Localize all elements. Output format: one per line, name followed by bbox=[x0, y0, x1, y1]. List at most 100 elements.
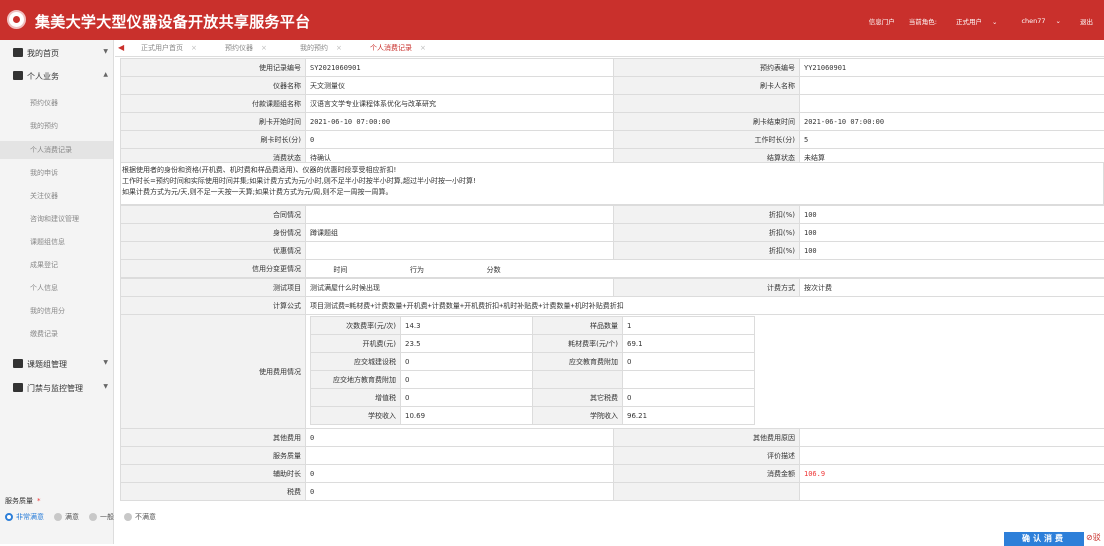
table-row: 应交城建设税0应交教育费附加0 bbox=[311, 353, 755, 371]
field-value: 1 bbox=[623, 317, 755, 335]
field-label: 刷卡时长(分) bbox=[121, 131, 306, 149]
radio-average[interactable]: 一般 bbox=[89, 512, 114, 522]
tab-reservations[interactable]: 我的预约× bbox=[300, 43, 342, 53]
field-label: 样品数量 bbox=[533, 317, 623, 335]
field-label: 增值税 bbox=[311, 389, 401, 407]
field-value: 0 bbox=[306, 131, 614, 149]
portal-link[interactable]: 信息门户 bbox=[864, 16, 900, 26]
door-icon bbox=[13, 383, 23, 392]
field-value bbox=[800, 429, 1104, 447]
close-icon[interactable]: × bbox=[191, 44, 197, 52]
radio-icon bbox=[124, 513, 132, 521]
field-label: 应交地方教育费附加 bbox=[311, 371, 401, 389]
close-icon[interactable]: × bbox=[420, 44, 426, 52]
sidebar-item-followed-instruments[interactable]: 关注仪器 bbox=[30, 191, 58, 201]
sidebar-item-payments[interactable]: 缴费记录 bbox=[30, 329, 58, 339]
field-label: 预约表编号 bbox=[614, 59, 800, 77]
sidebar-item-consumption-records[interactable]: 个人消费记录 bbox=[0, 141, 113, 159]
field-label: 使用记录编号 bbox=[121, 59, 306, 77]
sidebar-item-home[interactable]: 我的首页 ▼ bbox=[0, 42, 114, 64]
field-value: 23.5 bbox=[401, 335, 533, 353]
field-label: 评价描述 bbox=[614, 447, 800, 465]
field-value: 2021-06-10 07:00:00 bbox=[800, 113, 1104, 131]
chevron-down-icon: ▼ bbox=[103, 383, 108, 390]
tab-home[interactable]: 正式用户首页× bbox=[141, 43, 197, 53]
field-label: 折扣(%) bbox=[614, 206, 800, 224]
field-value: 100 bbox=[800, 206, 1104, 224]
radio-very-satisfied[interactable]: 非常满意 bbox=[5, 512, 44, 522]
tab-consumption[interactable]: 个人消费记录× bbox=[370, 43, 426, 53]
field-label: 应交教育费附加 bbox=[533, 353, 623, 371]
field-label: 开机费(元) bbox=[311, 335, 401, 353]
field-value: 0 bbox=[401, 389, 533, 407]
sidebar-item-credit[interactable]: 我的信用分 bbox=[30, 306, 65, 316]
top-header: 集美大学大型仪器设备开放共享服务平台 信息门户 当前角色: 正式用户⌄ chen… bbox=[0, 0, 1104, 40]
sidebar-item-personal-info[interactable]: 个人信息 bbox=[30, 283, 58, 293]
field-value bbox=[306, 206, 614, 224]
field-value: 5 bbox=[800, 131, 1104, 149]
field-label: 辅助时长 bbox=[121, 465, 306, 483]
field-value bbox=[800, 95, 1104, 113]
sidebar-group-personal[interactable]: 个人业务 ▲ bbox=[0, 65, 114, 87]
field-value bbox=[800, 77, 1104, 95]
field-value: 0 bbox=[401, 371, 533, 389]
home-icon bbox=[13, 48, 23, 57]
field-value: 100 bbox=[800, 224, 1104, 242]
book-icon bbox=[13, 359, 23, 368]
radio-satisfied[interactable]: 满意 bbox=[54, 512, 79, 522]
field-label: 其他费用原因 bbox=[614, 429, 800, 447]
radio-checked-icon bbox=[5, 513, 13, 521]
field-value bbox=[623, 371, 755, 389]
field-value: 0 bbox=[306, 429, 614, 447]
role-dropdown[interactable]: 正式用户⌄ bbox=[946, 16, 1007, 26]
app-title: 集美大学大型仪器设备开放共享服务平台 bbox=[35, 11, 310, 32]
field-value bbox=[800, 483, 1104, 501]
field-label: 工作时长(分) bbox=[614, 131, 800, 149]
user-dropdown[interactable]: chen77⌄ bbox=[1011, 17, 1071, 25]
tab-prev-arrow-icon[interactable]: ◀ bbox=[118, 43, 124, 52]
field-value: 0 bbox=[306, 465, 614, 483]
table-row: 税费0 bbox=[121, 483, 1104, 501]
field-value: YY21060901 bbox=[800, 59, 1104, 77]
table-row: 身份情况蹲课题组折扣(%)100 bbox=[121, 224, 1104, 242]
table-row: 开机费(元)23.5耗材费率(元/个)69.1 bbox=[311, 335, 755, 353]
field-label: 刷卡开始时间 bbox=[121, 113, 306, 131]
field-value: 106.9 bbox=[800, 465, 1104, 483]
field-value: 0 bbox=[623, 389, 755, 407]
field-label: 应交城建设税 bbox=[311, 353, 401, 371]
sidebar-item-reserve-instrument[interactable]: 预约仪器 bbox=[30, 98, 58, 108]
table-row: 付款课题组名称汉语言文学专业课程体系优化与改革研究 bbox=[121, 95, 1104, 113]
chevron-up-icon: ▲ bbox=[103, 71, 108, 78]
field-value: 0 bbox=[401, 353, 533, 371]
field-value: 2021-06-10 07:00:00 bbox=[306, 113, 614, 131]
close-icon[interactable]: × bbox=[336, 44, 342, 52]
field-label: 学校收入 bbox=[311, 407, 401, 425]
top-nav: 信息门户 当前角色: 正式用户⌄ chen77⌄ 退出 bbox=[864, 16, 1098, 26]
logout-link[interactable]: 退出 bbox=[1075, 16, 1098, 26]
sidebar-group-access[interactable]: 门禁与监控管理 ▼ bbox=[0, 377, 114, 399]
sidebar-item-group-info[interactable]: 课题组信息 bbox=[30, 237, 65, 247]
briefcase-icon bbox=[13, 71, 23, 80]
cancel-icon: ⊘ bbox=[1086, 533, 1093, 542]
field-label: 服务质量 bbox=[121, 447, 306, 465]
sidebar-item-suggestions[interactable]: 咨询和建议管理 bbox=[30, 214, 79, 224]
table-row: 学校收入10.69学院收入96.21 bbox=[311, 407, 755, 425]
field-label bbox=[614, 95, 800, 113]
sidebar-group-research[interactable]: 课题组管理 ▼ bbox=[0, 353, 114, 375]
credit-row: 信用分变更情况 bbox=[120, 259, 1104, 278]
table-row: 次数费率(元/次)14.3样品数量1 bbox=[311, 317, 755, 335]
billing-notes: 根据使用者的身份和资格(开机费、机时费和样品费适用)、仪器的优惠时段享受相应折扣… bbox=[120, 162, 1104, 205]
tab-reserve[interactable]: 预约仪器× bbox=[225, 43, 267, 53]
field-value bbox=[306, 242, 614, 260]
radio-unsatisfied[interactable]: 不满意 bbox=[124, 512, 156, 522]
field-label: 折扣(%) bbox=[614, 242, 800, 260]
field-value bbox=[800, 447, 1104, 465]
field-label: 合同情况 bbox=[121, 206, 306, 224]
sidebar-item-my-reservations[interactable]: 我的预约 bbox=[30, 121, 58, 131]
sidebar-item-my-appeals[interactable]: 我的申诉 bbox=[30, 168, 58, 178]
close-icon[interactable]: × bbox=[261, 44, 267, 52]
field-value: 96.21 bbox=[623, 407, 755, 425]
field-label: 折扣(%) bbox=[614, 224, 800, 242]
sidebar-item-achievements[interactable]: 成果登记 bbox=[30, 260, 58, 270]
table-row: 辅助时长0消费金额106.9 bbox=[121, 465, 1104, 483]
